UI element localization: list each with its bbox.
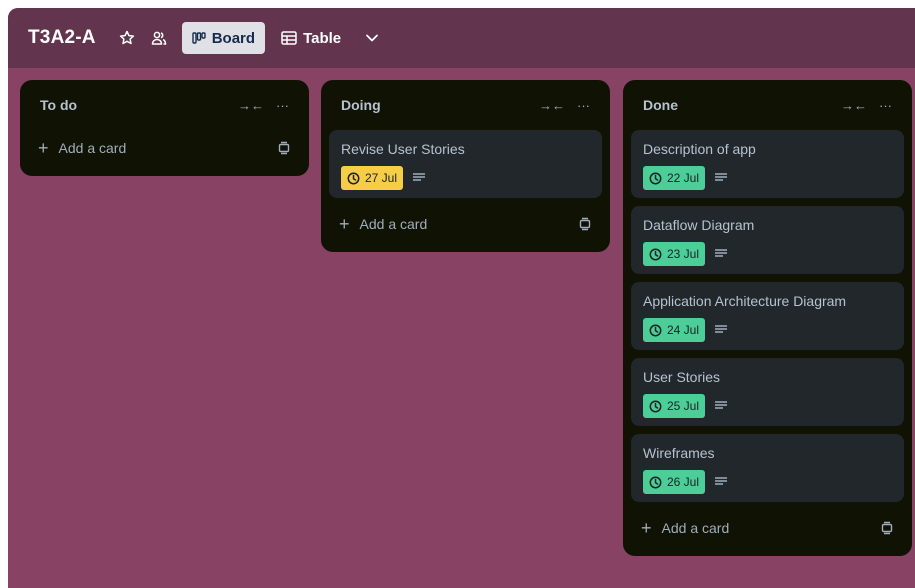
card-badges: 24 Jul (643, 318, 892, 342)
due-date-text: 26 Jul (667, 475, 700, 489)
plus-icon: + (38, 138, 49, 158)
card-title: Application Architecture Diagram (643, 293, 847, 309)
card[interactable]: Wireframes 26 Jul (631, 434, 904, 502)
due-date-text: 23 Jul (667, 247, 700, 261)
template-icon[interactable] (578, 217, 592, 231)
list-done: Done →← ··· Description of app 22 Jul Da… (623, 80, 912, 556)
clock-icon (649, 400, 662, 413)
more-icon[interactable]: ··· (276, 98, 289, 113)
more-icon[interactable]: ··· (577, 98, 590, 113)
card[interactable]: Application Architecture Diagram 24 Jul (631, 282, 904, 350)
table-view-button[interactable]: Table (271, 22, 351, 54)
list-title[interactable]: To do (40, 97, 226, 113)
chevron-down-icon[interactable] (357, 22, 387, 54)
card-badges: 26 Jul (643, 470, 892, 494)
plus-icon: + (641, 518, 652, 538)
card[interactable]: Description of app 22 Jul (631, 130, 904, 198)
due-date-text: 27 Jul (365, 171, 398, 185)
list-header: Done →← ··· (631, 80, 904, 130)
due-date-text: 25 Jul (667, 399, 700, 413)
template-icon[interactable] (277, 141, 291, 155)
clock-icon (649, 172, 662, 185)
description-icon (715, 249, 728, 259)
board-view-label: Board (211, 29, 256, 47)
due-date-badge[interactable]: 24 Jul (643, 318, 706, 342)
collapse-icon[interactable]: →← (238, 98, 264, 113)
board-title[interactable]: T3A2-A (28, 27, 96, 49)
list-doing: Doing →← ··· Revise User Stories 27 Jul (321, 80, 610, 252)
description-icon (715, 173, 728, 183)
list-header: To do →← ··· (28, 80, 301, 130)
card[interactable]: Dataflow Diagram 23 Jul (631, 206, 904, 274)
template-icon[interactable] (880, 521, 894, 535)
add-card-label: Add a card (661, 520, 730, 536)
clock-icon (649, 324, 662, 337)
list-todo: To do →← ··· + Add a card (20, 80, 309, 176)
card-title: Dataflow Diagram (643, 217, 755, 233)
board-header: T3A2-A Board Table (8, 8, 915, 68)
due-date-badge[interactable]: 26 Jul (643, 470, 706, 494)
due-date-text: 24 Jul (667, 323, 700, 337)
card-badges: 25 Jul (643, 394, 892, 418)
due-date-badge[interactable]: 22 Jul (643, 166, 706, 190)
description-icon (715, 477, 728, 487)
list-title[interactable]: Doing (341, 97, 527, 113)
card-title: Revise User Stories (341, 141, 465, 157)
description-icon (715, 401, 728, 411)
card[interactable]: User Stories 25 Jul (631, 358, 904, 426)
add-card-label: Add a card (58, 140, 127, 156)
due-date-text: 22 Jul (667, 171, 700, 185)
add-card-button[interactable]: + Add a card (28, 130, 301, 166)
clock-icon (649, 248, 662, 261)
board-view-button[interactable]: Board (181, 22, 266, 54)
description-icon (413, 173, 426, 183)
card[interactable]: Revise User Stories 27 Jul (329, 130, 602, 198)
table-view-label: Table (303, 29, 342, 47)
collapse-icon[interactable]: →← (841, 98, 867, 113)
due-date-badge[interactable]: 27 Jul (341, 166, 404, 190)
list-header: Doing →← ··· (329, 80, 602, 130)
add-card-label: Add a card (359, 216, 428, 232)
lists-container: To do →← ··· + Add a card Doing →← ··· R… (8, 80, 915, 588)
card-badges: 23 Jul (643, 242, 892, 266)
due-date-badge[interactable]: 25 Jul (643, 394, 706, 418)
card-badges: 22 Jul (643, 166, 892, 190)
list-title[interactable]: Done (643, 97, 829, 113)
clock-icon (649, 476, 662, 489)
due-date-badge[interactable]: 23 Jul (643, 242, 706, 266)
board-canvas: T3A2-A Board Table To do →← ··· + Add a … (8, 8, 915, 588)
card-title: Description of app (643, 141, 756, 157)
people-icon[interactable] (144, 22, 174, 54)
collapse-icon[interactable]: →← (539, 98, 565, 113)
add-card-button[interactable]: + Add a card (329, 206, 602, 242)
board-view-icon (192, 32, 206, 44)
add-card-button[interactable]: + Add a card (631, 510, 904, 546)
description-icon (715, 325, 728, 335)
card-badges: 27 Jul (341, 166, 590, 190)
clock-icon (347, 172, 360, 185)
star-icon[interactable] (112, 22, 142, 54)
plus-icon: + (339, 214, 350, 234)
more-icon[interactable]: ··· (879, 98, 892, 113)
card-title: User Stories (643, 369, 721, 385)
table-view-icon (281, 31, 297, 45)
card-title: Wireframes (643, 445, 715, 461)
